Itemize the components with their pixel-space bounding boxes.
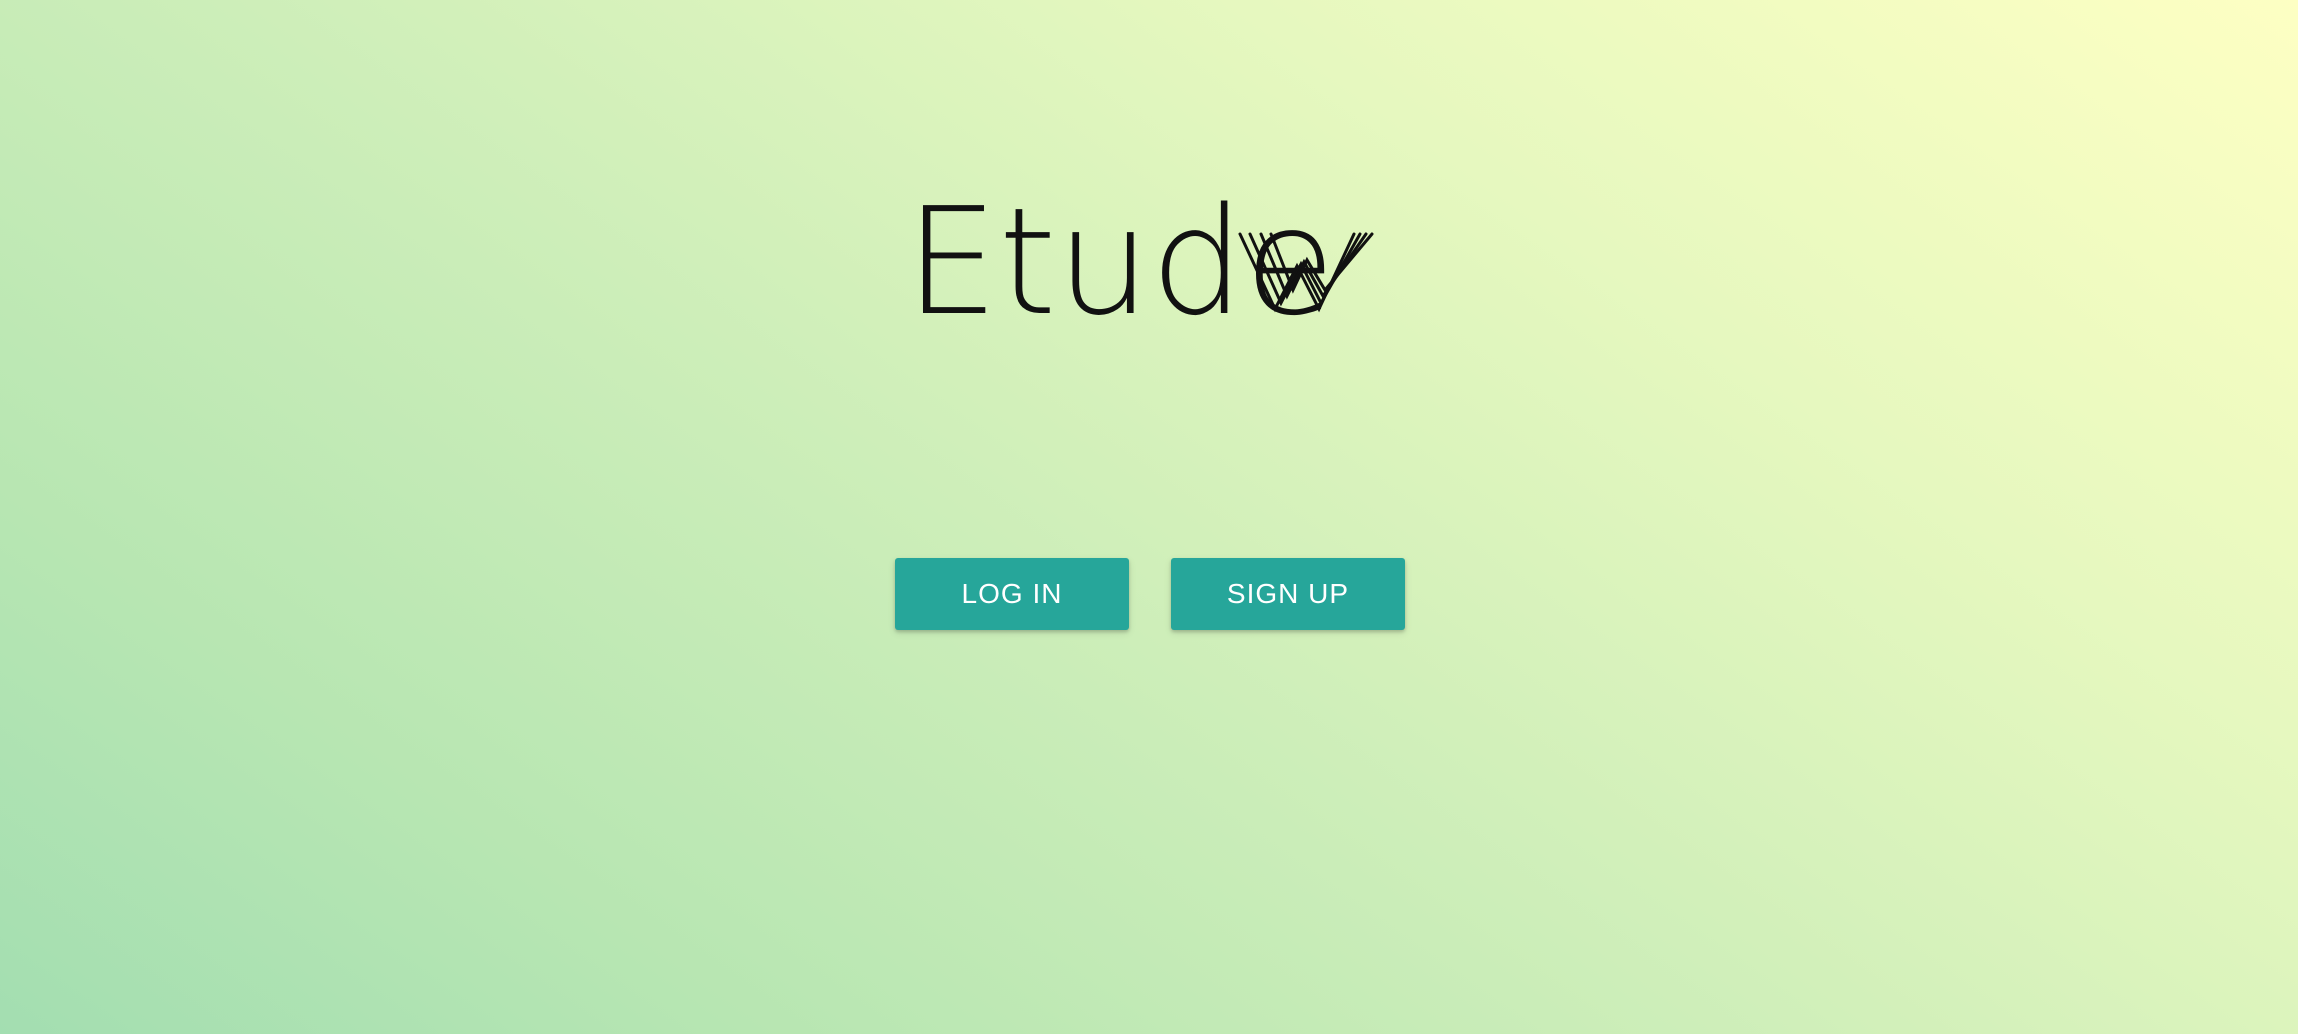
login-button[interactable]: LOG IN bbox=[895, 558, 1129, 630]
brand-logo: Etude bbox=[905, 196, 1385, 326]
auth-actions: LOG IN SIGN UP bbox=[895, 558, 1405, 630]
signup-button[interactable]: SIGN UP bbox=[1171, 558, 1405, 630]
gradient-background bbox=[0, 0, 2298, 1034]
